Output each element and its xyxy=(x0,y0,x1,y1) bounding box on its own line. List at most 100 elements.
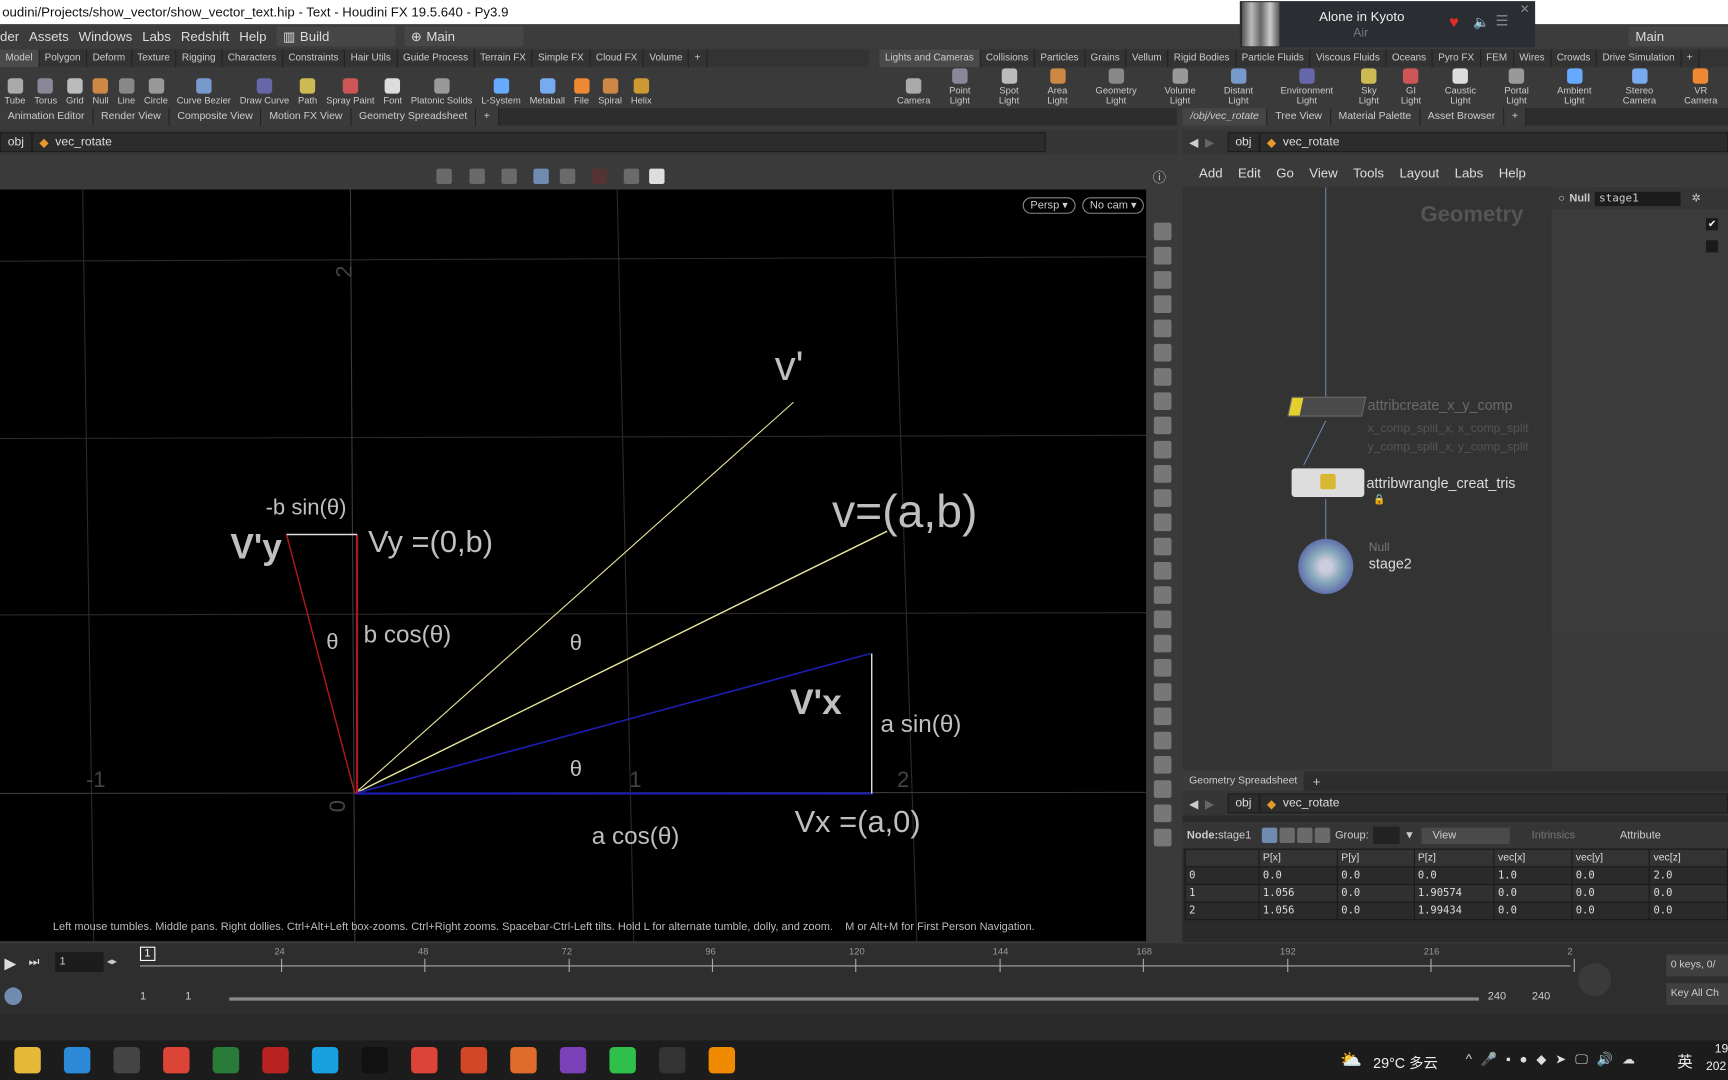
heart-icon[interactable]: ♥ xyxy=(1449,13,1459,32)
camera-menu[interactable]: No cam ▾ xyxy=(1082,197,1145,214)
shelf-tab-crowds[interactable]: Crowds xyxy=(1551,49,1597,68)
step-buttons[interactable]: ◂▸ xyxy=(107,955,117,967)
volume-icon[interactable]: 🔈 xyxy=(1473,14,1489,29)
viewport-side-tool-icon[interactable] xyxy=(1153,659,1172,677)
viewport-side-tool-icon[interactable] xyxy=(1153,489,1172,507)
tool-font[interactable]: Font xyxy=(379,68,407,105)
tool-file[interactable]: File xyxy=(569,68,593,105)
viewport-side-tool-icon[interactable] xyxy=(1153,683,1172,701)
net-menu-add[interactable]: Add xyxy=(1199,165,1223,180)
viewport-side-tool-icon[interactable] xyxy=(1153,634,1172,653)
view-menu[interactable]: View xyxy=(1421,827,1510,844)
tool-distant-light[interactable]: Distant Light xyxy=(1210,68,1267,105)
shelf-tab-polygon[interactable]: Polygon xyxy=(39,49,88,68)
key-icon[interactable] xyxy=(1578,963,1612,997)
viewport-side-tool-icon[interactable] xyxy=(1153,416,1172,435)
monitor-icon[interactable] xyxy=(212,1046,240,1074)
viewer-select[interactable]: ⊕ Main xyxy=(404,26,524,47)
attributes-menu[interactable]: Attribute xyxy=(1620,829,1661,841)
range-start2-field[interactable]: 1 xyxy=(185,991,191,1003)
tool-vr-camera[interactable]: VR Camera xyxy=(1674,68,1728,105)
forward-icon[interactable]: ▶ xyxy=(1205,135,1214,149)
menu-windows[interactable]: Windows xyxy=(79,29,133,44)
realtime-toggle[interactable] xyxy=(4,987,23,1006)
play-button[interactable]: ▶ xyxy=(4,954,16,973)
viewport-side-tool-icon[interactable] xyxy=(1153,295,1172,313)
range-slider[interactable] xyxy=(229,997,1479,1001)
viewport-side-tool-icon[interactable] xyxy=(1153,513,1172,532)
pane-tab-motion-fx-view[interactable]: Motion FX View xyxy=(261,107,352,126)
tool-gi-light[interactable]: GI Light xyxy=(1391,68,1430,105)
persp-menu[interactable]: Persp ▾ xyxy=(1022,197,1076,214)
transform-tool-icon[interactable] xyxy=(469,168,485,185)
net-menu-labs[interactable]: Labs xyxy=(1455,165,1484,180)
net-menu-go[interactable]: Go xyxy=(1276,165,1294,180)
frame-marker[interactable]: 1 xyxy=(139,946,155,961)
tool-tube[interactable]: Tube xyxy=(0,68,30,105)
shelf-tab-texture[interactable]: Texture xyxy=(132,49,177,68)
handle-tool-icon[interactable] xyxy=(501,168,517,185)
shelf-tab-collisions[interactable]: Collisions xyxy=(980,49,1035,68)
net-menu-view[interactable]: View xyxy=(1309,165,1337,180)
file-explorer-icon[interactable] xyxy=(14,1046,41,1074)
shelf-tab-fem[interactable]: FEM xyxy=(1481,49,1514,68)
attribcreate-node[interactable] xyxy=(1287,396,1367,417)
help-icon[interactable]: ⓘ xyxy=(1153,168,1166,187)
select-tool-icon[interactable] xyxy=(436,168,452,185)
viewport-side-tool-icon[interactable] xyxy=(1153,707,1172,726)
range-end-field[interactable]: 240 xyxy=(1488,991,1506,1003)
shelf-tab-terrain-fx[interactable]: Terrain FX xyxy=(475,49,533,68)
vertices-icon[interactable] xyxy=(1279,827,1296,844)
desktop-select[interactable]: ▥ Build xyxy=(276,26,396,47)
shelf-tab-oceans[interactable]: Oceans xyxy=(1386,49,1433,68)
column-header[interactable]: vec[z] xyxy=(1649,848,1728,868)
checkbox-unchecked[interactable] xyxy=(1705,240,1719,253)
tool-environment-light[interactable]: Environment Light xyxy=(1267,68,1346,105)
tool-platonic-solids[interactable]: Platonic Solids xyxy=(407,68,477,105)
pane-tab-composite-view[interactable]: Composite View xyxy=(169,107,262,126)
powerpoint-icon[interactable] xyxy=(460,1046,488,1074)
snap-icon[interactable] xyxy=(533,168,549,185)
jump-end-button[interactable]: ⏭ xyxy=(29,955,40,969)
shelf-tab-wires[interactable]: Wires xyxy=(1514,49,1552,68)
settings-icon[interactable] xyxy=(649,168,665,185)
net-menu-tools[interactable]: Tools xyxy=(1353,165,1384,180)
gear-icon[interactable]: ✲ xyxy=(1692,192,1701,204)
ime-indicator[interactable]: 英 xyxy=(1677,1050,1692,1072)
path-crumb-obj[interactable]: obj xyxy=(0,132,32,153)
tool-draw-curve[interactable]: Draw Curve xyxy=(235,68,293,105)
intrinsics-menu[interactable]: Intrinsics xyxy=(1510,827,1620,844)
nitro-icon[interactable] xyxy=(361,1046,388,1074)
record-icon[interactable] xyxy=(591,168,608,185)
net-menu-layout[interactable]: Layout xyxy=(1399,165,1439,180)
tool-circle[interactable]: Circle xyxy=(140,68,173,105)
column-header[interactable] xyxy=(1184,848,1260,868)
tool-curve-bezier[interactable]: Curve Bezier xyxy=(172,68,235,105)
add-tab-icon[interactable]: + xyxy=(1304,771,1329,791)
shelf-tab-rigging[interactable]: Rigging xyxy=(176,49,223,68)
column-header[interactable]: P[x] xyxy=(1258,848,1338,868)
network-editor[interactable]: Geometry attribcreate_x_y_comp x_comp_sp… xyxy=(1182,187,1552,770)
tool-portal-light[interactable]: Portal Light xyxy=(1490,68,1543,105)
shelf-tab-drive-simulation[interactable]: Drive Simulation xyxy=(1597,49,1682,68)
range-start-field[interactable]: 1 xyxy=(140,991,146,1003)
display-icon[interactable] xyxy=(559,168,576,185)
viewport-side-tool-icon[interactable] xyxy=(1153,562,1172,580)
viewport-side-tool-icon[interactable] xyxy=(1153,731,1172,750)
tool-geometry-light[interactable]: Geometry Light xyxy=(1082,68,1151,105)
node-display-flag[interactable] xyxy=(1288,397,1304,416)
shelf-tab-item[interactable]: + xyxy=(689,49,708,68)
shelf-tab-particles[interactable]: Particles xyxy=(1035,49,1086,68)
pane-tab-render-view[interactable]: Render View xyxy=(93,107,170,126)
viewport-side-tool-icon[interactable] xyxy=(1153,222,1172,241)
shelf-tab-vellum[interactable]: Vellum xyxy=(1126,49,1169,68)
pane-tab-item[interactable]: + xyxy=(1504,107,1527,126)
keys-button[interactable]: 0 keys, 0/ xyxy=(1666,954,1728,977)
tool-stereo-camera[interactable]: Stereo Camera xyxy=(1605,68,1673,105)
tool-sky-light[interactable]: Sky Light xyxy=(1346,68,1391,105)
tool-helix[interactable]: Helix xyxy=(626,68,656,105)
menu-der[interactable]: der xyxy=(0,29,19,44)
mega-icon[interactable] xyxy=(262,1046,289,1074)
net-menu-edit[interactable]: Edit xyxy=(1238,165,1261,180)
path-crumb-node[interactable]: ◆ vec_rotate xyxy=(31,132,1046,153)
